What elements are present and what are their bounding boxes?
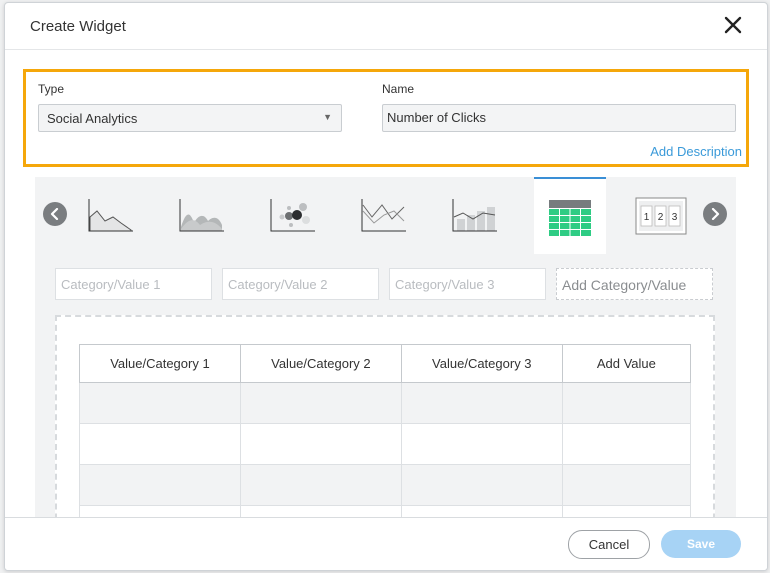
table-cell[interactable] [561, 464, 692, 506]
name-input[interactable]: Number of Clicks [382, 104, 736, 132]
chart-type-gallery: 1 2 3 Category/Value 1 Category/Value 2 … [35, 177, 736, 570]
name-label: Name [382, 82, 415, 96]
table-cell[interactable] [561, 423, 692, 465]
line-chart-icon [361, 199, 406, 232]
create-widget-dialog: Create Widget Type Social Analytics ▼ Na… [4, 2, 768, 571]
chart-type-line[interactable] [348, 177, 420, 252]
table-cell[interactable] [79, 464, 241, 506]
add-category-value-label: Add Category/Value [562, 277, 687, 293]
widget-settings-section: Type Social Analytics ▼ Name Number of C… [23, 69, 749, 167]
cancel-button[interactable]: Cancel [568, 530, 650, 559]
category-value-3-input[interactable]: Category/Value 3 [389, 268, 546, 300]
multi-area-chart-icon [179, 199, 224, 232]
number-icon-digit: 1 [644, 212, 650, 223]
table-chart-icon [549, 200, 591, 236]
table-cell[interactable] [79, 382, 241, 424]
dialog-footer: Cancel Save [5, 517, 767, 570]
previous-arrow-icon[interactable] [43, 202, 67, 226]
table-cell[interactable] [400, 464, 563, 506]
column-header[interactable]: Value/Category 1 [79, 344, 241, 383]
chart-type-bar-line[interactable] [439, 177, 511, 252]
close-icon[interactable] [723, 15, 743, 35]
chart-type-table[interactable] [534, 177, 606, 254]
dialog-header: Create Widget [5, 3, 767, 50]
table-cell[interactable] [239, 464, 402, 506]
bar-line-chart-icon [452, 199, 497, 232]
table-cell[interactable] [400, 382, 563, 424]
column-header[interactable]: Value/Category 3 [400, 344, 563, 383]
type-label: Type [38, 82, 65, 96]
chart-type-area[interactable] [75, 177, 147, 252]
column-header[interactable]: Value/Category 2 [239, 344, 402, 383]
dialog-title: Create Widget [30, 18, 126, 35]
table-row [79, 464, 692, 506]
category-value-3-placeholder: Category/Value 3 [395, 277, 495, 292]
number-icon-digit: 2 [658, 212, 664, 223]
type-select-value: Social Analytics [47, 111, 138, 126]
table-row [79, 382, 692, 424]
add-category-value-button[interactable]: Add Category/Value [556, 268, 713, 300]
next-arrow-icon[interactable] [703, 202, 727, 226]
table-row [79, 423, 692, 465]
chart-type-multi-area[interactable] [166, 177, 238, 252]
table-cell[interactable] [400, 423, 563, 465]
number-icon-digit: 3 [672, 212, 678, 223]
type-select[interactable]: Social Analytics ▼ [38, 104, 342, 132]
table-cell[interactable] [79, 423, 241, 465]
save-button[interactable]: Save [661, 530, 741, 558]
chart-type-number[interactable]: 1 2 3 [625, 177, 697, 252]
table-cell[interactable] [239, 423, 402, 465]
table-cell[interactable] [561, 382, 692, 424]
bubble-chart-icon [270, 199, 315, 232]
category-value-1-placeholder: Category/Value 1 [61, 277, 161, 292]
caret-down-icon: ▼ [323, 112, 332, 122]
add-description-link[interactable]: Add Description [650, 144, 742, 159]
table-cell[interactable] [239, 382, 402, 424]
category-value-2-input[interactable]: Category/Value 2 [222, 268, 379, 300]
area-chart-icon [88, 199, 133, 232]
chart-type-bubble[interactable] [257, 177, 329, 252]
category-value-2-placeholder: Category/Value 2 [228, 277, 328, 292]
category-value-1-input[interactable]: Category/Value 1 [55, 268, 212, 300]
add-value-header[interactable]: Add Value [561, 344, 692, 383]
name-input-value: Number of Clicks [387, 110, 486, 125]
number-chart-icon: 1 2 3 [635, 197, 687, 235]
